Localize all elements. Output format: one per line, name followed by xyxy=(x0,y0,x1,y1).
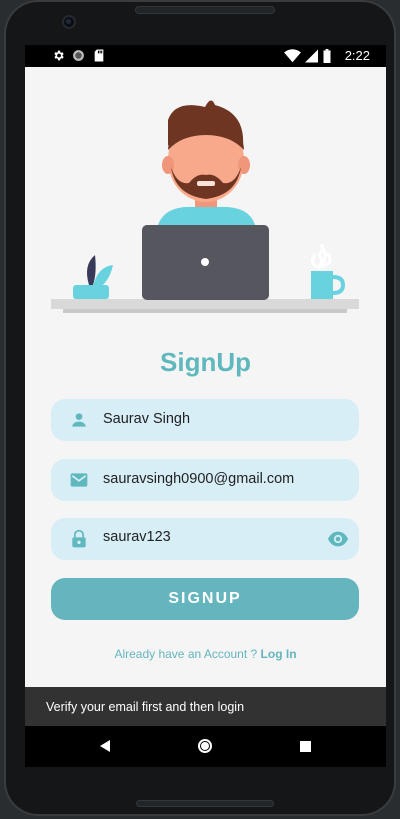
password-field-value: saurav123 xyxy=(103,529,171,545)
front-camera xyxy=(62,15,76,29)
recents-icon[interactable] xyxy=(300,741,311,752)
earpiece-speaker xyxy=(135,6,275,14)
snackbar: Verify your email first and then login xyxy=(25,687,386,726)
eye-icon[interactable] xyxy=(327,529,349,549)
circle-status-icon xyxy=(73,50,84,61)
sd-card-icon xyxy=(94,49,104,62)
login-prompt-text: Already have an Account ? xyxy=(114,647,258,661)
person-icon xyxy=(72,413,86,427)
wifi-icon xyxy=(284,49,301,63)
mail-icon xyxy=(70,473,88,487)
login-link[interactable]: Log In xyxy=(261,647,297,661)
snackbar-message: Verify your email first and then login xyxy=(46,700,245,714)
email-field[interactable]: sauravsingh0900@gmail.com xyxy=(51,459,359,501)
login-prompt: Already have an Account ? Log In xyxy=(25,647,386,661)
page-title: SignUp xyxy=(160,347,251,377)
settings-icon xyxy=(54,50,64,61)
battery-icon xyxy=(323,49,331,63)
password-field[interactable]: saurav123 xyxy=(51,518,359,560)
home-icon[interactable] xyxy=(197,738,213,754)
signal-icon xyxy=(305,49,318,63)
name-field-value: Saurav Singh xyxy=(103,411,191,427)
person-with-laptop-illustration xyxy=(51,100,359,313)
bottom-speaker xyxy=(136,800,274,807)
status-time: 2:22 xyxy=(344,48,370,63)
lock-icon xyxy=(72,529,86,548)
name-field[interactable]: Saurav Singh xyxy=(51,399,359,441)
navigation-bar xyxy=(25,726,386,767)
email-field-value: sauravsingh0900@gmail.com xyxy=(103,471,295,487)
back-icon[interactable] xyxy=(99,740,111,752)
status-bar: 2:22 xyxy=(25,45,386,67)
signup-button[interactable]: SIGNUP xyxy=(51,578,359,620)
app-screen: 2:22 SignUp Saurav Singh sauravsingh0900… xyxy=(25,45,386,767)
